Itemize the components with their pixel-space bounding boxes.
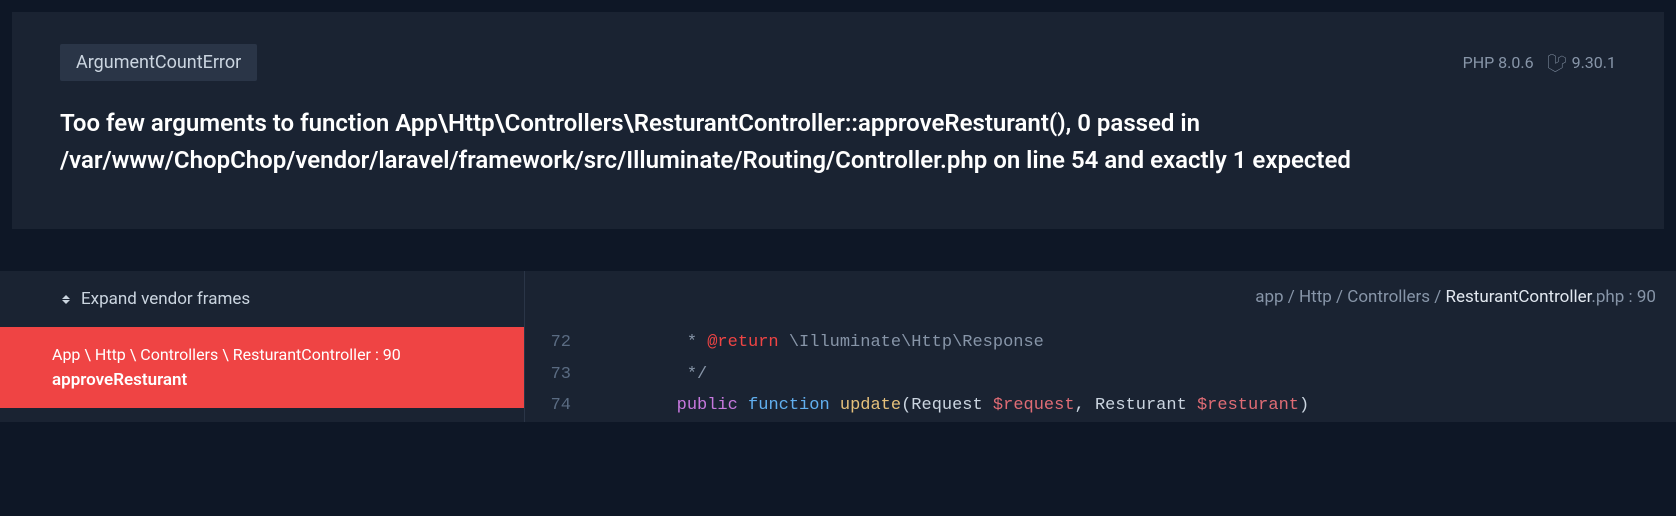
php-version: PHP 8.0.6 [1463,53,1534,72]
error-header: ArgumentCountError PHP 8.0.6 9.30.1 Too … [12,12,1664,229]
code-panel: app / Http / Controllers / ResturantCont… [525,271,1676,421]
frame-path: App \ Http \ Controllers \ ResturantCont… [52,345,500,364]
error-type-badge: ArgumentCountError [60,44,257,81]
main-content: Expand vendor frames App \ Http \ Contro… [0,271,1676,421]
line-number: 72 [525,327,595,358]
frame-method: approveResturant [52,370,500,390]
laravel-version: 9.30.1 [1548,53,1616,72]
line-content: */ [595,359,707,390]
line-content: public function update(Request $request,… [595,390,1309,421]
code-line: 73 */ [525,359,1676,390]
badge-row: ArgumentCountError PHP 8.0.6 9.30.1 [60,44,1616,81]
file-path: app / Http / Controllers / ResturantCont… [525,271,1676,319]
error-message: Too few arguments to function App\Http\C… [60,105,1616,179]
stack-trace-sidebar: Expand vendor frames App \ Http \ Contro… [0,271,525,421]
code-line: 72 * @return \Illuminate\Http\Response [525,327,1676,358]
line-number: 73 [525,359,595,390]
expand-vendor-frames-button[interactable]: Expand vendor frames [0,271,524,327]
code-lines: 72 * @return \Illuminate\Http\Response73… [525,319,1676,421]
expand-label: Expand vendor frames [81,289,250,309]
line-content: * @return \Illuminate\Http\Response [595,327,1044,358]
stack-frame-active[interactable]: App \ Http \ Controllers \ ResturantCont… [0,327,524,408]
version-info: PHP 8.0.6 9.30.1 [1463,53,1616,72]
laravel-icon [1548,54,1566,72]
expand-collapse-icon [60,292,71,306]
line-number: 74 [525,390,595,421]
code-line: 74 public function update(Request $reque… [525,390,1676,421]
